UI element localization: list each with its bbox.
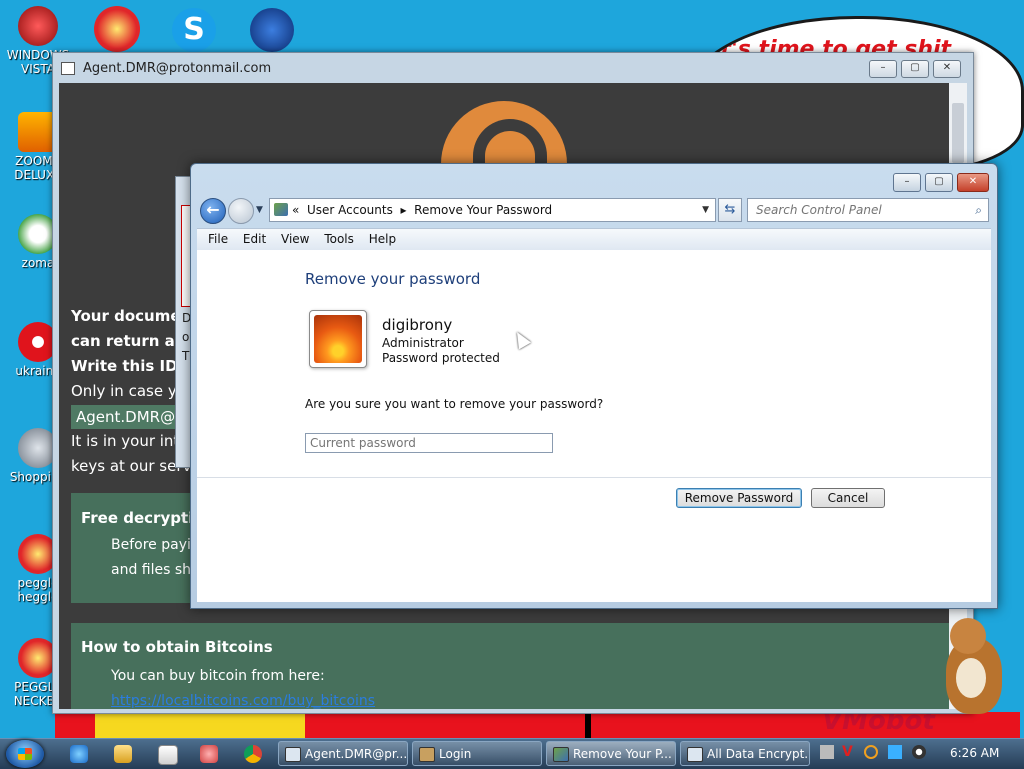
window-icon [61,61,75,75]
control-panel-icon [274,203,288,216]
menu-tools[interactable]: Tools [324,229,354,250]
login-icon [419,747,435,762]
taskbar-item-all-data-encrypted[interactable]: All Data Encrypt... [680,741,810,766]
tray-icon[interactable] [820,745,834,759]
window-icon [687,747,703,762]
dialog-content: Remove your password digibrony Administr… [197,250,991,602]
media-player-icon[interactable] [158,745,178,765]
breadcrumb-separator[interactable]: ▸ [401,203,407,217]
windows-logo-icon [18,748,32,760]
confirmation-question: Are you sure you want to remove your pas… [305,397,604,411]
window-title: Agent.DMR@protonmail.com [83,60,272,76]
menu-edit[interactable]: Edit [243,229,266,250]
ransom-text-line: keys at our serv [71,457,192,475]
taskbar-item-agent-dmr[interactable]: Agent.DMR@pr... [278,741,408,766]
minimize-button[interactable]: – [869,60,897,78]
breadcrumb-remove-your-password[interactable]: Remove Your Password [414,203,552,217]
current-password-field[interactable] [305,433,553,453]
bitcoin-panel: How to obtain Bitcoins You can buy bitco… [71,623,949,709]
close-button[interactable]: ✕ [933,60,961,78]
ransom-text-line: Your documen [71,307,192,325]
recent-pages-dropdown[interactable]: ▼ [256,205,263,215]
taskbar-item-login[interactable]: Login [412,741,542,766]
back-button[interactable]: ← [200,198,226,224]
cancel-button[interactable]: Cancel [811,488,885,508]
vista-icon [18,6,58,46]
breadcrumb: « User Accounts ▸ Remove Your Password [292,199,552,221]
window-icon [285,747,301,762]
desktop-icon-label: zoma [21,256,55,270]
control-panel-icon [553,747,569,762]
menu-help[interactable]: Help [369,229,396,250]
ransom-text-line: can return all [71,332,186,350]
menu-bar: File Edit View Tools Help [197,228,991,251]
maximize-button[interactable]: ▢ [925,173,953,192]
breadcrumb-user-accounts[interactable]: User Accounts [307,203,393,217]
menu-view[interactable]: View [281,229,309,250]
address-dropdown-icon[interactable]: ▼ [702,199,709,221]
breadcrumb-chevrons[interactable]: « [292,203,299,217]
search-icon[interactable]: ⌕ [975,203,982,218]
clock[interactable]: 6:26 AM [950,746,999,760]
close-button[interactable]: ✕ [957,173,989,192]
address-bar[interactable]: « User Accounts ▸ Remove Your Password ▼ [269,198,716,222]
search-box[interactable]: ⌕ [747,198,989,222]
menu-file[interactable]: File [208,229,228,250]
divider [197,477,991,478]
chrome-icon[interactable] [244,745,262,763]
peggle-icon[interactable] [94,6,140,52]
folder-icon[interactable] [114,745,132,763]
panel-text: and files sho [111,562,200,578]
search-input[interactable] [754,199,958,221]
ransom-text-line: Write this ID i [71,357,188,375]
avatar [309,310,367,368]
network-icon[interactable] [888,745,902,759]
user-role: Administrator [382,336,464,350]
user-name: digibrony [382,316,453,334]
panel-title: How to obtain Bitcoins [81,638,273,656]
internet-explorer-icon[interactable] [70,745,88,763]
app-icon[interactable] [200,745,218,763]
flower-picture-icon [314,315,362,363]
hamster-image [936,618,1006,718]
bitcoin-link[interactable]: https://localbitcoins.com/buy_bitcoins [111,689,375,709]
user-password-status: Password protected [382,351,500,365]
panel-title: Free decryptio [81,509,204,527]
start-button[interactable] [6,740,44,768]
navigation-bar: ← ▼ « User Accounts ▸ Remove Your Passwo… [197,197,991,224]
globe-icon[interactable] [250,8,294,52]
volume-icon[interactable] [912,745,926,759]
taskbar-item-remove-password[interactable]: Remove Your P... [546,741,676,766]
maximize-button[interactable]: ▢ [901,60,929,78]
remove-password-window[interactable]: – ▢ ✕ ← ▼ « User Accounts ▸ Remove Your … [190,163,998,609]
scrollbar-thumb[interactable] [952,103,964,163]
taskbar: Agent.DMR@pr... Login Remove Your P... A… [0,738,1024,769]
skype-icon[interactable]: S [172,8,216,52]
page-title: Remove your password [305,270,481,288]
forward-button[interactable] [228,198,254,224]
search-tray-icon[interactable] [864,745,878,759]
panel-text: Before payin [111,537,200,553]
window-titlebar[interactable]: Agent.DMR@protonmail.com [53,53,973,83]
panel-text: You can buy bitcoin from here: [111,668,325,684]
refresh-button[interactable]: ⇆ [718,198,742,222]
minimize-button[interactable]: – [893,173,921,192]
antivirus-icon[interactable]: V [842,745,856,759]
remove-password-button[interactable]: Remove Password [676,488,802,508]
